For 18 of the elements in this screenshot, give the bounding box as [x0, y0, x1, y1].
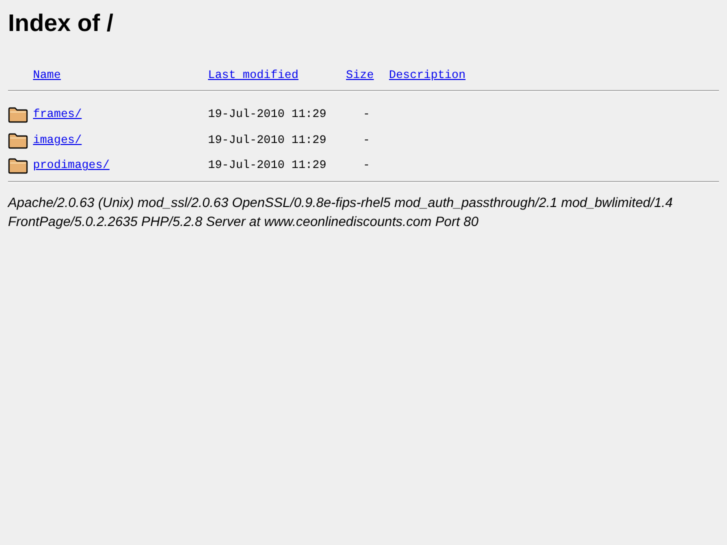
column-sort-link[interactable]: Size — [346, 69, 374, 82]
server-signature: Apache/2.0.63 (Unix) mod_ssl/2.0.63 OpenSSL/0.9.8e-fips-rhel5 mod_auth_passthrough/2.1 mod_bwlimited/1.4 FrontPage/5.0.2.2635 PHP/5.2.8 Server at www.ceonlinediscounts.com Port 80 — [8, 194, 673, 230]
directory-link[interactable]: prodimages/ — [33, 159, 110, 172]
directory-link[interactable]: images/ — [33, 134, 82, 147]
modified-date: 19-Jul-2010 11:29 — [208, 108, 326, 122]
column-sort-link[interactable]: Name — [33, 69, 61, 82]
modified-date: 19-Jul-2010 11:29 — [208, 159, 326, 172]
file-size: - — [362, 159, 370, 172]
folder-icon — [8, 106, 28, 124]
folder-icon — [8, 157, 28, 174]
file-size: - — [362, 134, 370, 147]
column-sort-link[interactable]: Description — [389, 69, 466, 82]
column-sort-link[interactable]: Last modified — [208, 69, 298, 82]
modified-date: 19-Jul-2010 11:29 — [208, 134, 326, 147]
folder-icon — [8, 132, 28, 149]
file-size: - — [362, 108, 370, 122]
directory-link[interactable]: frames/ — [33, 108, 82, 122]
page-title: Index of / — [8, 10, 114, 38]
